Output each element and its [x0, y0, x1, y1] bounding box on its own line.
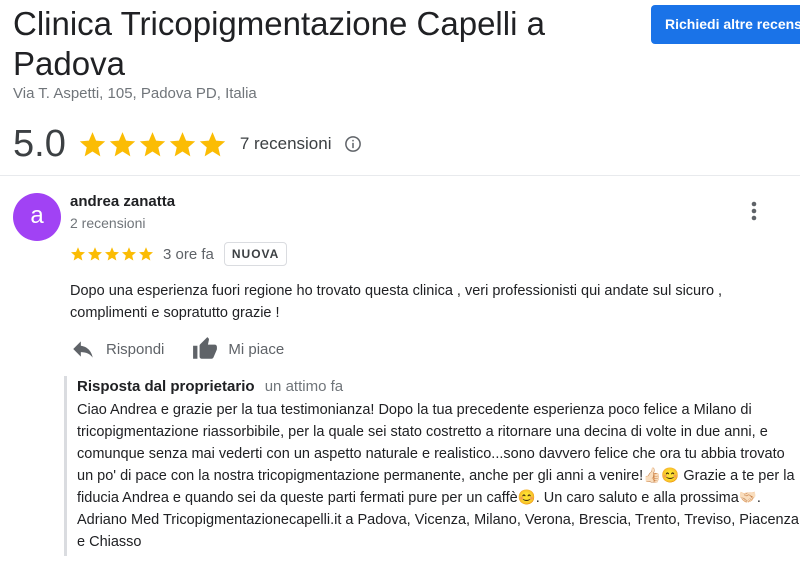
reply-label: Rispondi — [106, 340, 165, 358]
owner-reply-label: Risposta dal proprietario — [77, 378, 255, 395]
request-reviews-button[interactable]: Richiedi altre recensioni — [651, 5, 800, 44]
business-name: Clinica Tricopigmentazione Capelli a Pad… — [13, 5, 545, 82]
more-vert-icon[interactable] — [746, 199, 762, 223]
review-meta: 3 ore fa NUOVA — [70, 241, 288, 267]
rating-summary: 5.0 7 recensioni — [13, 122, 362, 166]
divider — [0, 175, 800, 176]
star-icon — [88, 247, 102, 261]
avatar[interactable]: a — [13, 193, 61, 241]
business-address: Via T. Aspetti, 105, Padova PD, Italia — [13, 85, 257, 102]
reply-button[interactable]: Rispondi — [70, 336, 164, 362]
star-icon — [199, 131, 226, 156]
review-time: 3 ore fa — [163, 245, 214, 263]
owner-reply-header: Risposta dal proprietario un attimo fa — [77, 376, 800, 398]
star-icon — [71, 247, 85, 261]
review-text: Dopo una esperienza fuori regione ho tro… — [70, 283, 723, 321]
info-icon[interactable] — [344, 135, 362, 153]
star-icon — [139, 131, 166, 156]
rating-stars — [78, 130, 228, 159]
review-actions: Rispondi Mi piace — [70, 336, 284, 362]
owner-reply-time: un attimo fa — [264, 378, 344, 395]
star-icon — [79, 131, 106, 156]
new-badge: NUOVA — [223, 242, 288, 266]
owner-reply-text: Ciao Andrea e grazie per la tua testimon… — [77, 402, 799, 550]
star-icon — [169, 131, 196, 156]
review-stars — [70, 246, 155, 262]
star-icon — [105, 247, 119, 261]
average-rating: 5.0 — [13, 123, 66, 165]
reviewer-name[interactable]: andrea zanatta — [70, 193, 175, 210]
thumb-up-icon — [193, 337, 218, 359]
like-button[interactable]: Mi piace — [192, 336, 284, 362]
reviewer-review-count: 2 recensioni — [70, 215, 146, 231]
like-label: Mi piace — [228, 340, 285, 358]
reply-arrow-icon — [73, 341, 93, 358]
star-icon — [109, 131, 136, 156]
star-icon — [122, 247, 136, 261]
owner-reply: Risposta dal proprietario un attimo fa C… — [64, 376, 800, 556]
star-icon — [139, 247, 153, 261]
review-count[interactable]: 7 recensioni — [240, 134, 332, 154]
